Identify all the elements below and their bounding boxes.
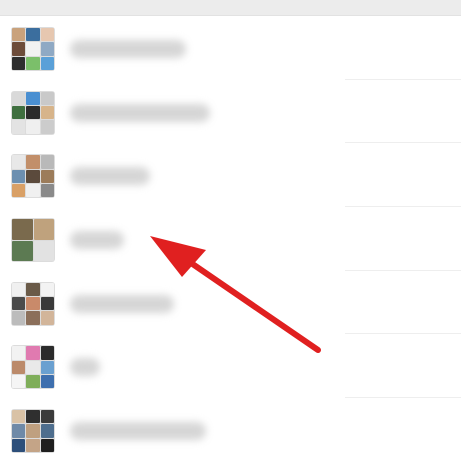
group-avatar [11, 345, 55, 390]
member-avatar-tile [26, 42, 40, 56]
member-avatar-tile [26, 424, 40, 438]
member-avatar-tile [33, 219, 54, 240]
member-avatar-tile [40, 42, 54, 56]
group-avatar [11, 154, 55, 199]
member-avatar-tile [26, 120, 40, 134]
member-avatar-tile [40, 184, 54, 198]
member-avatar-tile [12, 219, 33, 240]
chat-list-item[interactable] [0, 80, 461, 144]
member-avatar-tile [26, 311, 40, 325]
member-avatar-tile [12, 438, 26, 453]
member-avatar-tile [12, 184, 26, 198]
member-avatar-tile [26, 360, 40, 375]
member-avatar-tile [26, 410, 40, 424]
member-avatar-tile [40, 106, 54, 120]
member-avatar-tile [12, 297, 26, 311]
chat-name-redacted [70, 40, 186, 58]
member-avatar-tile [12, 311, 26, 325]
member-avatar-tile [26, 438, 40, 453]
member-avatar-tile [26, 282, 40, 297]
chat-name-redacted [70, 294, 174, 313]
window-top-bar [0, 0, 461, 16]
member-avatar-tile [26, 91, 40, 106]
member-avatar-tile [40, 311, 54, 325]
member-avatar-tile [26, 297, 40, 311]
member-avatar-tile [40, 91, 54, 106]
chat-name-redacted [70, 167, 150, 186]
member-avatar-tile [12, 282, 26, 297]
member-avatar-tile [12, 375, 26, 389]
group-avatar [11, 218, 55, 263]
member-avatar-tile [40, 410, 54, 424]
member-avatar-tile [40, 424, 54, 438]
group-avatar [11, 281, 55, 326]
member-avatar-tile [40, 155, 54, 169]
member-avatar-tile [12, 155, 26, 169]
member-avatar-tile [26, 155, 40, 169]
chat-list-item[interactable] [0, 143, 461, 208]
member-avatar-tile [12, 28, 26, 42]
member-avatar-tile [40, 28, 54, 42]
member-avatar-tile [12, 106, 26, 120]
chat-name-redacted [70, 231, 124, 250]
member-avatar-tile [12, 91, 26, 106]
member-avatar-tile [26, 28, 40, 42]
group-avatar [11, 27, 55, 71]
group-avatar [11, 90, 55, 135]
member-avatar-tile [12, 240, 33, 262]
chat-list-item[interactable] [0, 207, 461, 271]
member-avatar-tile [40, 169, 54, 184]
member-avatar-tile [12, 346, 26, 360]
member-avatar-tile [26, 184, 40, 198]
chat-list [0, 16, 461, 462]
member-avatar-tile [12, 424, 26, 438]
member-avatar-tile [12, 410, 26, 424]
member-avatar-tile [26, 106, 40, 120]
member-avatar-tile [12, 42, 26, 56]
member-avatar-tile [12, 169, 26, 184]
member-avatar-tile [40, 375, 54, 389]
member-avatar-tile [40, 438, 54, 453]
chat-list-item[interactable] [0, 398, 461, 462]
member-avatar-tile [26, 375, 40, 389]
group-avatar [11, 409, 55, 454]
member-avatar-tile [26, 56, 40, 70]
chat-list-item[interactable] [0, 16, 461, 80]
member-avatar-tile [33, 240, 54, 262]
member-avatar-tile [40, 120, 54, 134]
chat-name-redacted [70, 358, 100, 377]
member-avatar-tile [12, 120, 26, 134]
member-avatar-tile [12, 360, 26, 375]
chat-name-redacted [70, 103, 210, 122]
member-avatar-tile [26, 346, 40, 360]
chat-list-item[interactable] [0, 334, 461, 399]
member-avatar-tile [40, 346, 54, 360]
member-avatar-tile [40, 360, 54, 375]
chat-name-redacted [70, 422, 206, 441]
member-avatar-tile [40, 297, 54, 311]
member-avatar-tile [26, 169, 40, 184]
member-avatar-tile [40, 56, 54, 70]
member-avatar-tile [40, 282, 54, 297]
member-avatar-tile [12, 56, 26, 70]
chat-list-item[interactable] [0, 271, 461, 335]
